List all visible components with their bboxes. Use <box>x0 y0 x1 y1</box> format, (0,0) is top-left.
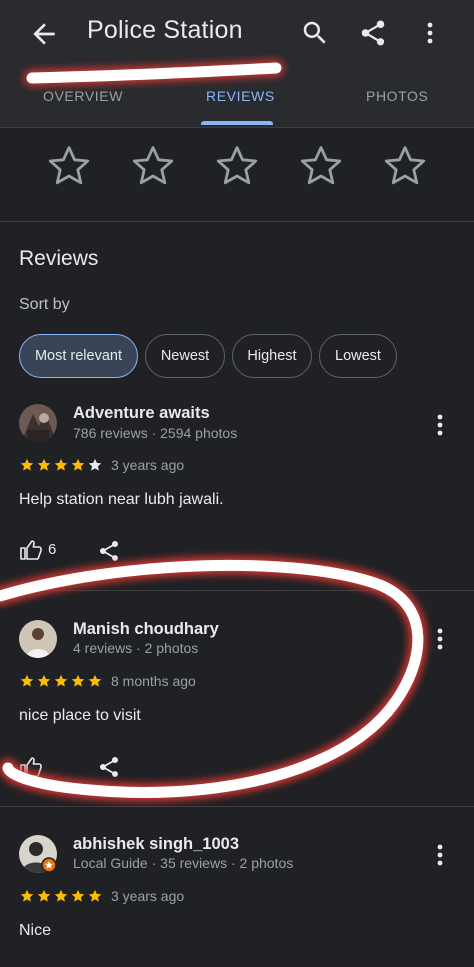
divider <box>0 590 474 591</box>
search-icon[interactable] <box>300 18 330 48</box>
review-text: Nice <box>19 922 52 939</box>
sort-chip-newest[interactable]: Newest <box>145 334 225 378</box>
star-icon <box>36 673 52 689</box>
star-outline-icon[interactable] <box>297 142 345 190</box>
review-text: Help station near lubh jawali. <box>19 491 224 508</box>
rate-stars <box>0 128 474 220</box>
review-time: 3 years ago <box>111 457 185 473</box>
star-icon <box>36 457 52 473</box>
star-rating <box>19 673 103 689</box>
star-outline-icon[interactable] <box>45 142 93 190</box>
star-icon <box>70 673 86 689</box>
review-time: 8 months ago <box>111 673 196 689</box>
star-icon <box>36 888 52 904</box>
avatar[interactable] <box>19 835 57 873</box>
top-app-bar: Police Station <box>0 0 474 68</box>
divider <box>0 806 474 807</box>
tab-indicator <box>201 121 273 125</box>
avatar[interactable] <box>19 620 57 658</box>
more-vert-icon[interactable] <box>428 410 452 440</box>
tab-photos[interactable]: PHOTOS <box>366 88 428 104</box>
review-meta: 4 reviews · 2 photos <box>73 640 199 656</box>
share-icon[interactable] <box>97 539 121 563</box>
review-author[interactable]: abhishek singh_1003 <box>73 835 239 854</box>
back-arrow-icon[interactable] <box>28 18 60 50</box>
star-rating <box>19 888 103 904</box>
star-icon <box>87 457 103 473</box>
sort-chip-most-relevant[interactable]: Most relevant <box>19 334 138 378</box>
review-time: 3 years ago <box>111 888 185 904</box>
avatar[interactable] <box>19 404 57 442</box>
tab-bar: OVERVIEW REVIEWS PHOTOS <box>0 68 474 128</box>
star-icon <box>19 888 35 904</box>
reviews-heading: Reviews <box>19 247 99 270</box>
tab-reviews[interactable]: REVIEWS <box>206 88 275 104</box>
sort-label: Sort by <box>19 296 70 313</box>
divider <box>0 221 474 222</box>
star-icon <box>53 457 69 473</box>
review-text: nice place to visit <box>19 707 141 724</box>
star-icon <box>87 888 103 904</box>
review-meta: Local Guide · 35 reviews · 2 photos <box>73 855 294 871</box>
tab-overview[interactable]: OVERVIEW <box>43 88 123 104</box>
star-icon <box>70 457 86 473</box>
sort-chip-lowest[interactable]: Lowest <box>319 334 397 378</box>
star-outline-icon[interactable] <box>129 142 177 190</box>
star-icon <box>70 888 86 904</box>
star-rating <box>19 457 103 473</box>
like-count: 6 <box>48 541 57 558</box>
review-author[interactable]: Adventure awaits <box>73 404 210 423</box>
star-icon <box>53 673 69 689</box>
share-icon[interactable] <box>97 755 121 779</box>
share-icon[interactable] <box>358 18 388 48</box>
more-vert-icon[interactable] <box>428 840 452 870</box>
more-vert-icon[interactable] <box>418 18 442 48</box>
sort-chip-highest[interactable]: Highest <box>232 334 312 378</box>
star-icon <box>53 888 69 904</box>
star-icon <box>19 457 35 473</box>
thumb-up-icon[interactable] <box>19 538 43 562</box>
star-outline-icon[interactable] <box>213 142 261 190</box>
star-icon <box>87 673 103 689</box>
more-vert-icon[interactable] <box>428 624 452 654</box>
thumb-up-icon[interactable] <box>19 755 43 779</box>
page-title: Police Station <box>87 16 243 44</box>
star-icon <box>19 673 35 689</box>
review-author[interactable]: Manish choudhary <box>73 620 219 639</box>
review-meta: 786 reviews · 2594 photos <box>73 425 238 441</box>
star-outline-icon[interactable] <box>381 142 429 190</box>
